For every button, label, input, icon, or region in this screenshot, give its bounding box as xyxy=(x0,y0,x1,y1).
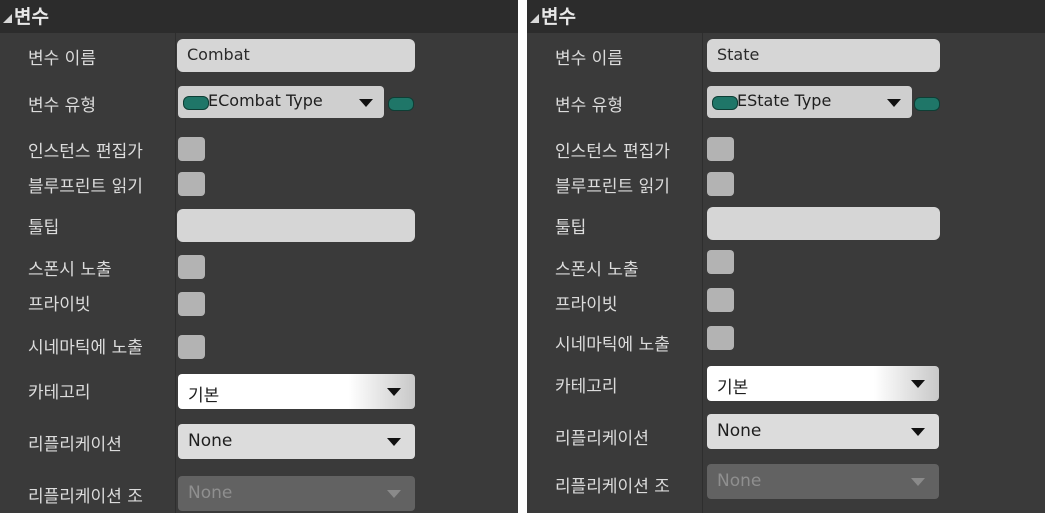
enum-pin-icon xyxy=(712,96,738,110)
label-expose-on-spawn: 스폰시 노출 xyxy=(555,260,639,280)
chevron-down-icon xyxy=(359,99,373,107)
details-panel-right: 변수 변수 이름 State 변수 유형 EState Type 인스턴스 편집… xyxy=(527,0,1045,513)
column-divider[interactable] xyxy=(175,33,176,513)
variable-name-input[interactable]: State xyxy=(707,39,940,72)
expose-on-spawn-checkbox[interactable] xyxy=(707,250,734,274)
chevron-down-icon xyxy=(911,380,925,388)
section-header[interactable]: 변수 xyxy=(527,0,1045,33)
label-replication-condition: 리플리케이션 조 xyxy=(28,487,143,507)
label-variable-name: 변수 이름 xyxy=(555,49,623,69)
variable-name-input[interactable]: Combat xyxy=(177,39,415,72)
label-tooltip: 툴팁 xyxy=(555,218,587,238)
label-category: 카테고리 xyxy=(28,383,91,403)
expose-to-cinematics-checkbox[interactable] xyxy=(707,326,734,350)
collapse-triangle-icon[interactable] xyxy=(530,14,539,23)
label-variable-name: 변수 이름 xyxy=(28,49,96,69)
instance-editable-checkbox[interactable] xyxy=(707,137,734,161)
tooltip-input[interactable] xyxy=(177,209,415,242)
label-category: 카테고리 xyxy=(555,377,618,397)
replication-condition-dropdown: None xyxy=(178,476,415,511)
section-title: 변수 xyxy=(541,6,576,28)
tooltip-input[interactable] xyxy=(707,207,940,240)
variable-type-value: EState Type xyxy=(737,91,832,110)
chevron-down-icon xyxy=(387,388,401,396)
label-replication-condition: 리플리케이션 조 xyxy=(555,477,670,497)
label-instance-editable: 인스턴스 편집가 xyxy=(555,142,670,162)
label-expose-to-cinematics: 시네마틱에 노출 xyxy=(555,335,670,355)
replication-dropdown[interactable]: None xyxy=(707,414,939,449)
details-panel-left: 변수 변수 이름 Combat 변수 유형 ECombat Type 인스턴스 … xyxy=(0,0,518,513)
replication-condition-value: None xyxy=(188,483,233,503)
expose-on-spawn-checkbox[interactable] xyxy=(178,255,205,279)
variable-type-picker[interactable]: EState Type xyxy=(707,86,912,118)
private-checkbox[interactable] xyxy=(178,292,205,316)
label-replication: 리플리케이션 xyxy=(28,435,122,455)
instance-editable-checkbox[interactable] xyxy=(178,137,205,161)
category-dropdown[interactable]: 기본 xyxy=(178,374,415,409)
category-value: 기본 xyxy=(188,386,220,406)
label-replication: 리플리케이션 xyxy=(555,429,649,449)
expose-to-cinematics-checkbox[interactable] xyxy=(178,335,205,359)
blueprint-readonly-checkbox[interactable] xyxy=(707,172,734,196)
variable-type-value: ECombat Type xyxy=(208,91,323,110)
replication-value: None xyxy=(717,421,762,441)
variable-type-picker[interactable]: ECombat Type xyxy=(178,86,384,118)
replication-value: None xyxy=(188,431,233,451)
enum-pin-icon xyxy=(183,96,209,110)
blueprint-readonly-checkbox[interactable] xyxy=(178,172,205,196)
panel-gap xyxy=(518,0,527,513)
chevron-down-icon xyxy=(887,99,901,107)
label-expose-on-spawn: 스폰시 노출 xyxy=(28,260,112,280)
chevron-down-icon xyxy=(387,490,401,498)
private-checkbox[interactable] xyxy=(707,288,734,312)
label-blueprint-readonly: 블루프린트 읽기 xyxy=(555,177,670,197)
chevron-down-icon xyxy=(911,478,925,486)
label-tooltip: 툴팁 xyxy=(28,218,60,238)
column-divider[interactable] xyxy=(702,33,703,513)
label-variable-type: 변수 유형 xyxy=(28,96,96,116)
label-variable-type: 변수 유형 xyxy=(555,96,623,116)
category-dropdown[interactable]: 기본 xyxy=(707,366,939,401)
category-value: 기본 xyxy=(717,378,749,398)
label-private: 프라이빗 xyxy=(28,295,91,315)
chevron-down-icon xyxy=(911,428,925,436)
collapse-triangle-icon[interactable] xyxy=(3,14,12,23)
section-title: 변수 xyxy=(14,6,49,28)
container-type-pin-icon[interactable] xyxy=(388,97,414,111)
label-instance-editable: 인스턴스 편집가 xyxy=(28,142,143,162)
label-private: 프라이빗 xyxy=(555,295,618,315)
replication-dropdown[interactable]: None xyxy=(178,424,415,459)
container-type-pin-icon[interactable] xyxy=(914,97,940,111)
replication-condition-value: None xyxy=(717,471,762,491)
section-header[interactable]: 변수 xyxy=(0,0,518,33)
chevron-down-icon xyxy=(387,438,401,446)
label-blueprint-readonly: 블루프린트 읽기 xyxy=(28,177,143,197)
label-expose-to-cinematics: 시네마틱에 노출 xyxy=(28,338,143,358)
replication-condition-dropdown: None xyxy=(707,464,939,499)
